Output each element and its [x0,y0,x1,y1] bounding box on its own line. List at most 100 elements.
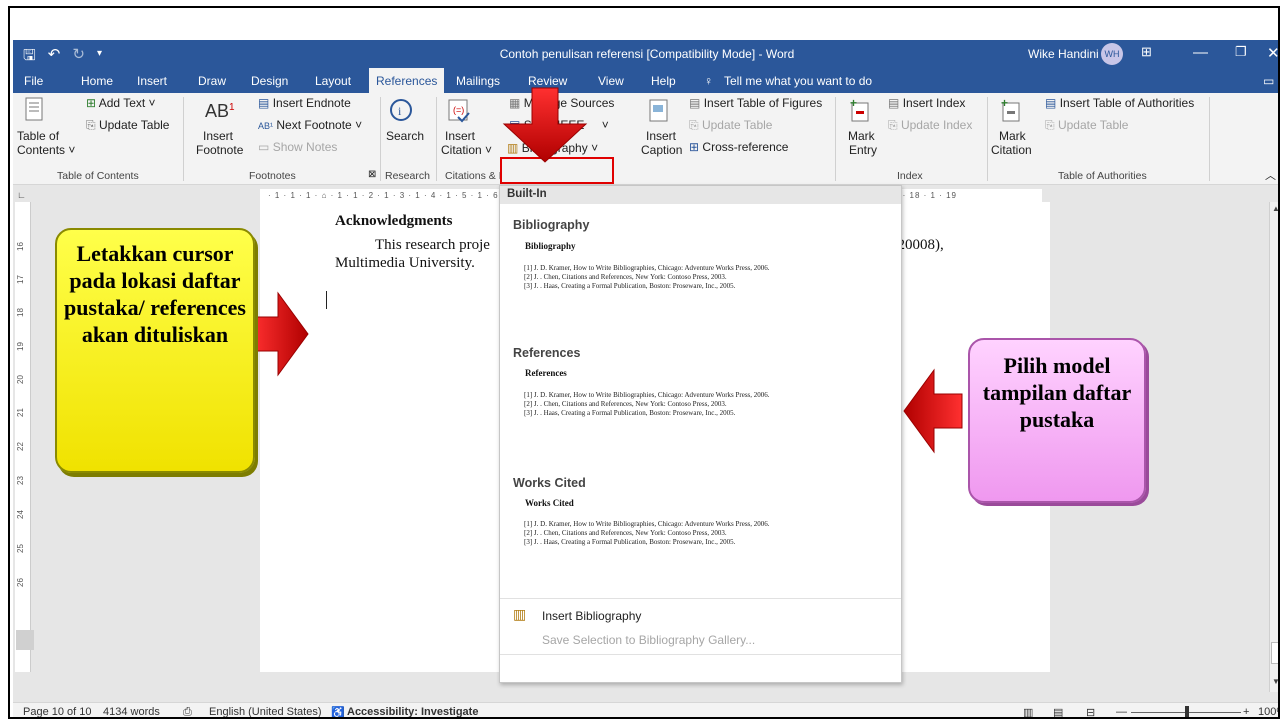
insert-index-button[interactable]: ▤ Insert Index [888,96,965,110]
scroll-down-icon[interactable]: ▼ [1272,677,1278,686]
language[interactable]: English (United States) [209,706,322,717]
zoom-level[interactable]: 100% [1258,706,1278,717]
svg-text:+: + [1001,97,1008,110]
web-layout-icon[interactable]: ⊟ [1086,706,1095,717]
search-icon: i [390,99,412,121]
toa-icon: ▤ [1045,96,1057,110]
avatar[interactable]: WH [1101,43,1123,65]
vruler-mark: 20 [15,375,25,384]
separator [987,97,988,181]
gallery-entry: [3] J. . Haas, Creating a Formal Publica… [524,282,736,290]
page-count[interactable]: Page 10 of 10 [23,706,92,717]
mark-entry-button[interactable]: Mark [848,129,875,143]
close-icon[interactable]: ✕ [1267,44,1278,62]
gallery-entry: [2] J. . Chen, Citations and References,… [524,529,727,537]
vertical-scrollbar[interactable]: ▲ ▼ [1269,202,1278,692]
tab-references[interactable]: References [369,68,445,93]
separator [183,97,184,181]
print-layout-icon[interactable]: ▤ [1053,706,1063,717]
accessibility-icon: ♿ [331,707,345,719]
tab-file[interactable]: File [24,74,43,88]
user-name[interactable]: Wike Handini [1028,47,1099,61]
gallery-item-sample-title: References [525,368,567,378]
ruler-margin-marker [16,630,34,650]
insert-table-of-figures-button[interactable]: ▤ Insert Table of Figures [689,96,822,110]
proofing-icon[interactable]: ⎙ [183,706,192,717]
insert-caption-button[interactable]: Insert [646,129,676,143]
bibliography-dropdown: Built-In Bibliography Bibliography [1] J… [499,185,902,683]
svg-text:i: i [398,104,402,118]
insert-citation-button[interactable]: Insert [445,129,475,143]
citation-label: Citation [991,143,1032,157]
update-icon: ⎘ [86,118,96,132]
toc-label-1: Table of [17,129,60,143]
vruler-mark: 26 [15,578,25,587]
scroll-thumb[interactable] [1271,642,1278,664]
group-label: Table of Contents [57,170,139,182]
save-selection-item[interactable]: Save Selection to Bibliography Gallery..… [542,633,755,647]
zoom-thumb[interactable] [1185,706,1189,717]
gallery-entry: [3] J. . Haas, Creating a Formal Publica… [524,409,736,417]
footnotes-launcher-icon[interactable]: ⊠ [368,169,376,180]
restore-icon[interactable]: ❐ [1235,44,1247,60]
zoom-in-icon[interactable]: + [1243,706,1249,717]
separator [380,97,381,181]
insert-footnote-button[interactable]: Insert [203,129,233,143]
dropdown-separator [500,598,901,599]
vertical-ruler[interactable]: 16 17 18 19 20 21 22 23 24 25 26 [15,202,31,672]
update-table-figures-button[interactable]: ⎘ Update Table [689,118,772,133]
left-arrow-icon [903,368,963,454]
separator [436,97,437,181]
update-toa-button[interactable]: ⎘ Update Table [1045,118,1128,133]
separator [835,97,836,181]
tab-view[interactable]: View [598,74,624,88]
insert-table-of-authorities-button[interactable]: ▤ Insert Table of Authorities [1045,96,1194,110]
search-button[interactable]: i [388,97,414,123]
read-mode-icon[interactable]: ▥ [1023,706,1033,717]
caption-label: Caption [641,143,683,157]
insert-caption-icon [649,99,669,126]
tab-insert[interactable]: Insert [137,74,167,88]
table-of-figures-icon: ▤ [689,96,701,110]
tab-mailings[interactable]: Mailings [456,74,500,88]
tab-design[interactable]: Design [251,74,288,88]
collapse-ribbon-icon[interactable]: ︿ [1265,167,1276,183]
insert-bibliography-item[interactable]: Insert Bibliography [542,609,641,623]
tab-draw[interactable]: Draw [198,74,226,88]
show-notes-button[interactable]: ▭ Show Notes [258,140,337,154]
tell-me-box[interactable]: Tell me what you want to do [724,74,872,88]
vruler-mark: 19 [15,342,25,351]
update-index-button[interactable]: ⎘ Update Index [888,118,972,133]
next-footnote-button[interactable]: AB¹ Next Footnote ˅ [258,118,362,132]
update-table-button[interactable]: ⎘ Update Table [86,118,169,133]
status-bar: Page 10 of 10 4134 words ⎙ English (Unit… [13,702,1278,719]
add-text-icon: ⊞ [86,96,97,110]
cross-reference-button[interactable]: ⊞ Cross-reference [689,140,788,154]
tab-layout[interactable]: Layout [315,74,351,88]
add-text-button[interactable]: ⊞ Add Text ˅ [86,96,156,110]
table-of-contents-button[interactable] [25,97,43,121]
scroll-up-icon[interactable]: ▲ [1272,204,1278,213]
gallery-entry: [3] J. . Haas, Creating a Formal Publica… [524,538,736,546]
search-label: Search [386,129,425,143]
tab-help[interactable]: Help [651,74,676,88]
doc-heading: Acknowledgments [335,213,453,229]
insert-endnote-button[interactable]: ▤ Insert Endnote [258,96,351,110]
tab-stop-selector-icon[interactable]: ∟ [17,190,26,200]
zoom-out-icon[interactable]: — [1116,706,1127,717]
ribbon: Table of Contents ˅ ⊞ Add Text ˅ ⎘ Updat… [13,93,1278,185]
tab-home[interactable]: Home [81,74,113,88]
dropdown-header: Built-In [500,186,901,204]
comments-icon[interactable]: ▭ [1263,74,1274,88]
mark-citation-icon: + [1000,96,1022,126]
mark-citation-button[interactable]: Mark [999,129,1026,143]
vruler-mark: 23 [15,476,25,485]
minimize-icon[interactable]: — [1193,44,1208,61]
svg-text:(=): (=) [453,105,464,115]
lightbulb-icon: ♀ [704,74,713,88]
toc-icon [25,97,43,121]
accessibility-status[interactable]: Accessibility: Investigate [347,706,478,717]
ribbon-display-icon[interactable]: ⊞ [1141,44,1152,60]
word-count[interactable]: 4134 words [103,706,160,717]
index-icon: ▤ [888,96,900,110]
